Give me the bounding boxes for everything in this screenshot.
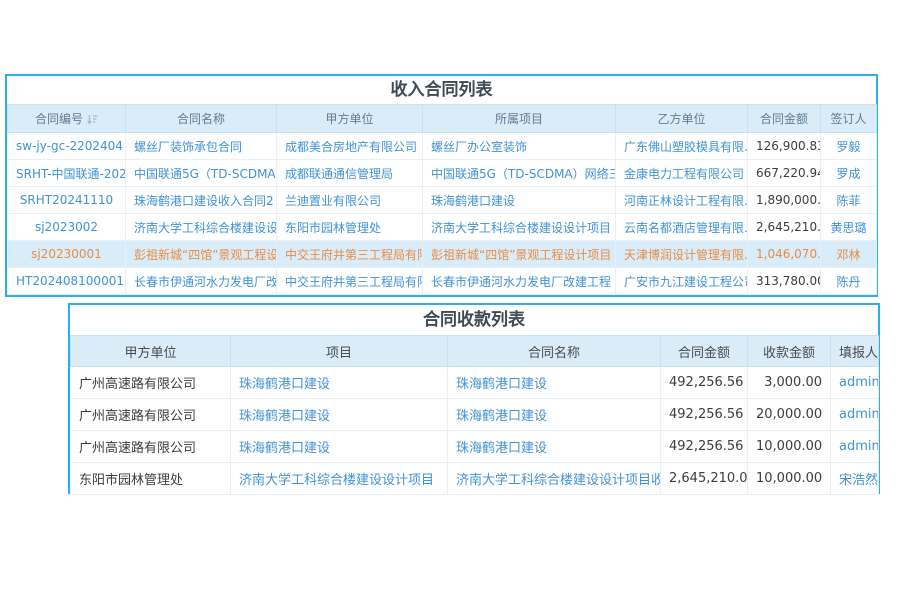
cell-receipt-amount: 20,000.00	[748, 399, 831, 431]
cell-party-b[interactable]: 河南正林设计工程有限...	[616, 187, 748, 214]
receipt-table-title: 合同收款列表	[70, 305, 878, 335]
cell-receipt-amount: 10,000.00	[748, 431, 831, 463]
table-row: sw-jy-gc-2202404 螺丝厂装饰承包合同 成都美合房地产有限公司 螺…	[8, 133, 877, 160]
cell-contract-name[interactable]: 中国联通5G（TD-SCDMA）...	[126, 160, 277, 187]
cell-signer[interactable]: 陈菲	[821, 187, 877, 214]
cell-party-a: 广州高速路有限公司	[71, 399, 231, 431]
table-row-highlighted: sj20230001 彭祖新城“四馆”景观工程设计... 中交王府井第三工程局有…	[8, 241, 877, 268]
cell-reporter[interactable]: 宋浩然	[831, 463, 879, 495]
cell-contract-code[interactable]: sj2023002	[8, 214, 126, 241]
cell-contract-name[interactable]: 螺丝厂装饰承包合同	[126, 133, 277, 160]
cell-contract-name[interactable]: 济南大学工科综合楼建设设...	[126, 214, 277, 241]
cell-contract-amount: 492,256.56	[661, 431, 748, 463]
table-row: 广州高速路有限公司 珠海鹤港口建设 珠海鹤港口建设 492,256.56 3,0…	[71, 367, 879, 399]
cell-project[interactable]: 济南大学工科综合楼建设设计项目	[423, 214, 616, 241]
col-header-contract-amount: 合同金额	[661, 336, 748, 367]
cell-party-a: 广州高速路有限公司	[71, 431, 231, 463]
cell-contract-name[interactable]: 珠海鹤港口建设	[448, 399, 661, 431]
cell-contract-code[interactable]: SRHT-中国联通-2024...	[8, 160, 126, 187]
cell-party-b[interactable]: 广东佛山塑胶模具有限...	[616, 133, 748, 160]
cell-party-a[interactable]: 成都联通通信管理局	[277, 160, 423, 187]
cell-receipt-amount: 3,000.00	[748, 367, 831, 399]
col-header-receipt-amount: 收款金额	[748, 336, 831, 367]
cell-signer[interactable]: 黄思璐	[821, 214, 877, 241]
cell-project[interactable]: 长春市伊通河水力发电厂改建工程	[423, 268, 616, 295]
cell-reporter[interactable]: admin	[831, 367, 879, 399]
cell-project[interactable]: 济南大学工科综合楼建设设计项目	[231, 463, 448, 495]
cell-project[interactable]: 珠海鹤港口建设	[231, 431, 448, 463]
col-header-reporter: 填报人	[831, 336, 879, 367]
cell-party-a: 广州高速路有限公司	[71, 367, 231, 399]
cell-contract-amount: 667,220.94	[748, 160, 821, 187]
cell-party-a[interactable]: 中交王府井第三工程局有限...	[277, 268, 423, 295]
table-row: SRHT20241110 珠海鹤港口建设收入合同2 兰迪置业有限公司 珠海鹤港口…	[8, 187, 877, 214]
cell-party-a[interactable]: 成都美合房地产有限公司	[277, 133, 423, 160]
cell-party-a[interactable]: 兰迪置业有限公司	[277, 187, 423, 214]
income-table-header-row: 合同编号 合同名称 甲方单位 所属项目 乙方单位 合同金额 签订人	[8, 105, 877, 133]
cell-project[interactable]: 珠海鹤港口建设	[231, 399, 448, 431]
cell-signer[interactable]: 邓林	[821, 241, 877, 268]
col-header-project: 所属项目	[423, 105, 616, 133]
cell-contract-code[interactable]: HT202408100001	[8, 268, 126, 295]
cell-party-b[interactable]: 广安市九江建设工程公司	[616, 268, 748, 295]
income-contract-table: 合同编号 合同名称 甲方单位 所属项目 乙方单位 合同金额 签订人 sw-jy-…	[7, 104, 877, 295]
cell-project[interactable]: 螺丝厂办公室装饰	[423, 133, 616, 160]
col-header-signer: 签订人	[821, 105, 877, 133]
income-contract-panel: 收入合同列表 合同编号 合同名称 甲方单位 所属项目 乙方单位 合同金额 签订人…	[5, 74, 878, 297]
cell-contract-name[interactable]: 珠海鹤港口建设	[448, 431, 661, 463]
cell-signer[interactable]: 罗成	[821, 160, 877, 187]
table-row: SRHT-中国联通-2024... 中国联通5G（TD-SCDMA）... 成都…	[8, 160, 877, 187]
cell-party-a[interactable]: 东阳市园林管理处	[277, 214, 423, 241]
cell-contract-amount: 1,046,070...	[748, 241, 821, 268]
cell-contract-amount: 2,645,210.00	[661, 463, 748, 495]
cell-signer[interactable]: 罗毅	[821, 133, 877, 160]
table-row: sj2023002 济南大学工科综合楼建设设... 东阳市园林管理处 济南大学工…	[8, 214, 877, 241]
col-header-contract-name: 合同名称	[126, 105, 277, 133]
cell-contract-name[interactable]: 珠海鹤港口建设收入合同2	[126, 187, 277, 214]
cell-contract-code[interactable]: sw-jy-gc-2202404	[8, 133, 126, 160]
cell-contract-name[interactable]: 长春市伊通河水力发电厂改...	[126, 268, 277, 295]
table-row: 广州高速路有限公司 珠海鹤港口建设 珠海鹤港口建设 492,256.56 10,…	[71, 431, 879, 463]
sort-icon[interactable]	[87, 114, 98, 125]
cell-party-a[interactable]: 中交王府井第三工程局有限...	[277, 241, 423, 268]
cell-receipt-amount: 10,000.00	[748, 463, 831, 495]
cell-signer[interactable]: 陈丹	[821, 268, 877, 295]
cell-contract-amount: 126,900.83	[748, 133, 821, 160]
table-row: 东阳市园林管理处 济南大学工科综合楼建设设计项目 济南大学工科综合楼建设设计项目…	[71, 463, 879, 495]
receipt-table-header-row: 甲方单位 项目 合同名称 合同金额 收款金额 填报人	[71, 336, 879, 367]
cell-party-b[interactable]: 金康电力工程有限公司	[616, 160, 748, 187]
cell-project[interactable]: 珠海鹤港口建设	[423, 187, 616, 214]
col-header-contract-amount: 合同金额	[748, 105, 821, 133]
cell-party-a: 东阳市园林管理处	[71, 463, 231, 495]
cell-contract-code[interactable]: sj20230001	[8, 241, 126, 268]
cell-project[interactable]: 彭祖新城“四馆”景观工程设计项目	[423, 241, 616, 268]
cell-contract-name[interactable]: 珠海鹤港口建设	[448, 367, 661, 399]
contract-receipt-panel: 合同收款列表 甲方单位 项目 合同名称 合同金额 收款金额 填报人 广州高速路有…	[68, 303, 880, 494]
cell-contract-amount: 492,256.56	[661, 399, 748, 431]
cell-party-b[interactable]: 云南名都酒店管理有限...	[616, 214, 748, 241]
cell-reporter[interactable]: admin	[831, 431, 879, 463]
col-header-contract-code[interactable]: 合同编号	[8, 105, 126, 133]
income-table-title: 收入合同列表	[7, 76, 876, 104]
cell-contract-code[interactable]: SRHT20241110	[8, 187, 126, 214]
cell-contract-name[interactable]: 彭祖新城“四馆”景观工程设计...	[126, 241, 277, 268]
col-header-project: 项目	[231, 336, 448, 367]
col-header-party-a: 甲方单位	[277, 105, 423, 133]
table-row: 广州高速路有限公司 珠海鹤港口建设 珠海鹤港口建设 492,256.56 20,…	[71, 399, 879, 431]
cell-contract-name[interactable]: 济南大学工科综合楼建设设计项目收...	[448, 463, 661, 495]
cell-contract-amount: 492,256.56	[661, 367, 748, 399]
cell-contract-amount: 2,645,210...	[748, 214, 821, 241]
col-header-party-a: 甲方单位	[71, 336, 231, 367]
cell-project[interactable]: 中国联通5G（TD-SCDMA）网络三...	[423, 160, 616, 187]
col-header-party-b: 乙方单位	[616, 105, 748, 133]
contract-receipt-table: 甲方单位 项目 合同名称 合同金额 收款金额 填报人 广州高速路有限公司 珠海鹤…	[70, 335, 879, 495]
col-header-contract-name: 合同名称	[448, 336, 661, 367]
cell-project[interactable]: 珠海鹤港口建设	[231, 367, 448, 399]
cell-contract-amount: 1,890,000...	[748, 187, 821, 214]
table-row: HT202408100001 长春市伊通河水力发电厂改... 中交王府井第三工程…	[8, 268, 877, 295]
col-header-contract-code-label: 合同编号	[35, 112, 83, 126]
cell-party-b[interactable]: 天津博润设计管理有限...	[616, 241, 748, 268]
cell-contract-amount: 313,780.00	[748, 268, 821, 295]
cell-reporter[interactable]: admin	[831, 399, 879, 431]
